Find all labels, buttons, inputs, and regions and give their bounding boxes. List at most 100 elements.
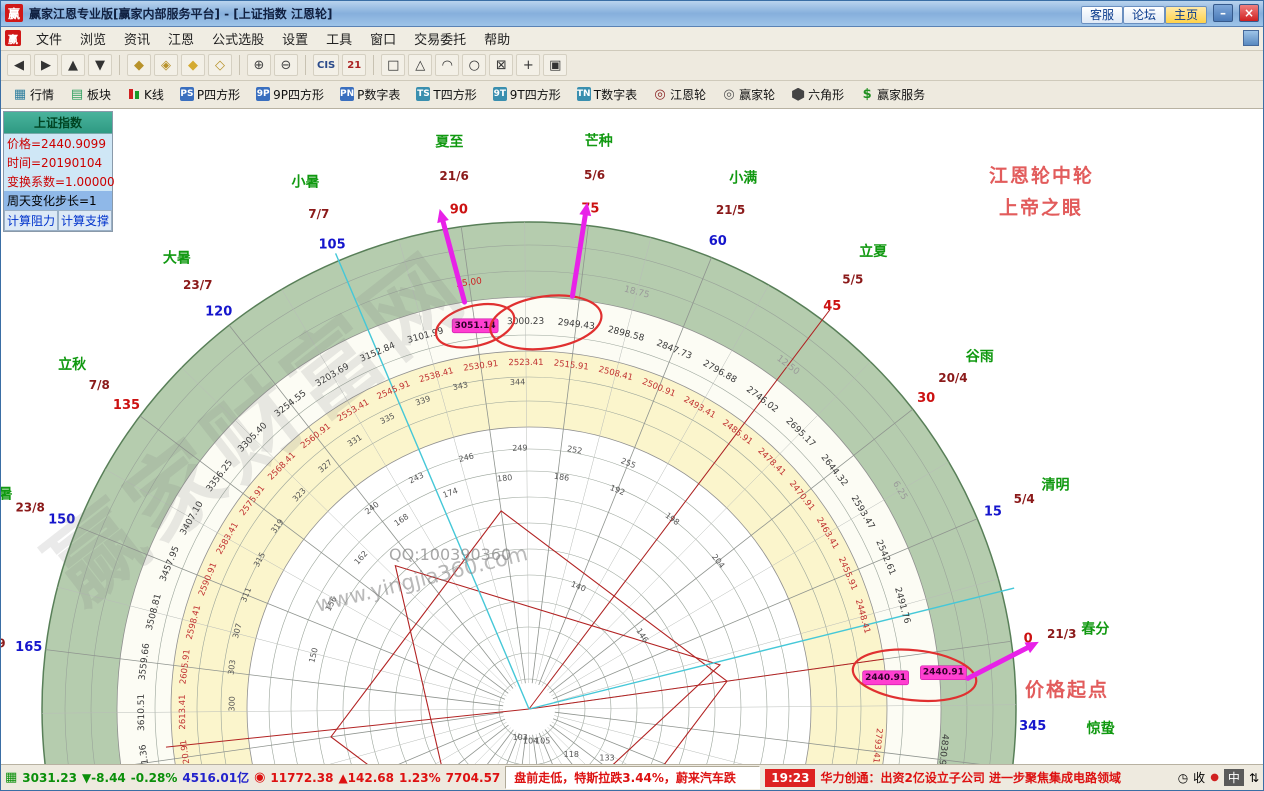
ime-indicator[interactable]: 中 (1224, 769, 1244, 786)
svg-text:芒种: 芒种 (585, 132, 613, 149)
view-button-services[interactable]: $赢家服务 (854, 83, 931, 105)
back-button[interactable]: ◀ (7, 54, 31, 76)
forward-button[interactable]: ▶ (34, 54, 58, 76)
gann-wheel-icon: ◎ (653, 87, 667, 101)
toolbar-separator (119, 55, 120, 75)
view-button-9t-square[interactable]: 9T9T四方形 (487, 83, 567, 105)
gann-tool-3-button[interactable]: ◆ (181, 54, 205, 76)
view-button-sectors[interactable]: ▤板块 (64, 83, 117, 105)
toolbar-separator (373, 55, 374, 75)
panel-row: 价格=2440.9099 (4, 134, 112, 153)
svg-text:7/8: 7/8 (89, 378, 110, 392)
view-button-p-table[interactable]: PNP数字表 (334, 83, 406, 105)
time-badge: 19:23 (765, 769, 815, 787)
sz-index-pct: 1.23% (399, 771, 441, 785)
svg-text:2440.91: 2440.91 (923, 667, 964, 677)
view-button-t-square[interactable]: TST四方形 (410, 83, 482, 105)
panel-button-计算支撑[interactable]: 计算支撑 (58, 210, 112, 231)
svg-text:小满: 小满 (729, 169, 757, 186)
sectors-icon: ▤ (70, 87, 84, 101)
menu-item[interactable]: 帮助 (475, 31, 519, 50)
svg-text:30: 30 (917, 391, 935, 406)
titlebar-link-客服[interactable]: 客服 (1081, 6, 1123, 24)
svg-text:大暑: 大暑 (163, 249, 191, 266)
menu-item[interactable]: 公式选股 (203, 31, 273, 50)
calendar-21-button[interactable]: 21 (342, 54, 366, 76)
svg-text:249: 249 (512, 443, 528, 453)
menu-item[interactable]: 资讯 (115, 31, 159, 50)
menu-extra-button[interactable] (1243, 30, 1259, 46)
svg-text:133: 133 (599, 753, 614, 762)
chart-area: 2491.762542.612593.472644.322695.172746.… (1, 109, 1263, 764)
view-button-label: T四方形 (433, 86, 476, 103)
rect-tool-button[interactable]: □ (381, 54, 405, 76)
news-ticker[interactable]: 盘前走低，特斯拉跌3.44%，蔚来汽车跌 (505, 766, 760, 789)
svg-text:立夏: 立夏 (859, 243, 888, 260)
menu-item[interactable]: 工具 (317, 31, 361, 50)
panel-row: 时间=20190104 (4, 153, 112, 172)
tray-icons: ◷ 收 ● 中 ⇅ (1178, 769, 1259, 786)
triangle-tool-button[interactable]: △ (408, 54, 432, 76)
svg-text:清明: 清明 (1042, 476, 1070, 493)
view-button-label: P数字表 (357, 86, 400, 103)
app-logo-icon: 赢 (5, 4, 23, 22)
p-table-icon: PN (340, 87, 354, 101)
svg-text:2613.41: 2613.41 (178, 694, 188, 729)
news-headline[interactable]: 华力创通：出资2亿设立子公司 进一步聚焦集成电路领域 (820, 769, 1121, 786)
panel-buttons: 计算阻力计算支撑 (4, 210, 112, 231)
view-button-p-square[interactable]: PSP四方形 (174, 83, 246, 105)
pointer-up-button[interactable]: ▲ (61, 54, 85, 76)
view-button-9p-square[interactable]: 9P9P四方形 (250, 83, 330, 105)
menu-item[interactable]: 交易委托 (405, 31, 475, 50)
clear-shape-tool-button[interactable]: ⊠ (489, 54, 513, 76)
menu-item[interactable]: 江恩 (159, 31, 203, 50)
minimize-button[interactable]: – (1213, 4, 1233, 22)
sh-index-value: 3031.23 (22, 771, 77, 785)
view-button-label: 9T四方形 (510, 86, 561, 103)
svg-text:立秋: 立秋 (58, 355, 87, 372)
svg-text:2440.91: 2440.91 (865, 673, 906, 683)
circle-tool-button[interactable]: ○ (462, 54, 486, 76)
view-button-t-table[interactable]: TNT数字表 (571, 83, 643, 105)
close-button[interactable]: × (1239, 4, 1259, 22)
window-title: 赢家江恩专业版[赢家内部服务平台] - [上证指数 江恩轮] (29, 5, 332, 22)
winner-wheel-icon: ◎ (722, 87, 736, 101)
filter-down-button[interactable]: ▼ (88, 54, 112, 76)
menu-item[interactable]: 窗口 (361, 31, 405, 50)
9p-square-icon: 9P (256, 87, 270, 101)
panel-button-计算阻力[interactable]: 计算阻力 (4, 210, 58, 231)
view-button-label: 行情 (30, 86, 54, 103)
view-button-winner-wheel[interactable]: ◎赢家轮 (716, 83, 781, 105)
info-panel: 上证指数 价格=2440.9099时间=20190104变换系数=1.00000… (3, 111, 113, 232)
svg-text:7/9: 7/9 (1, 636, 6, 650)
menu-item[interactable]: 文件 (27, 31, 71, 50)
flag-tool-button[interactable]: ▣ (543, 54, 567, 76)
view-button-gann-wheel[interactable]: ◎江恩轮 (647, 83, 712, 105)
crosshair-tool-button[interactable]: + (516, 54, 540, 76)
menu-item[interactable]: 浏览 (71, 31, 115, 50)
arc-tool-button[interactable]: ◠ (435, 54, 459, 76)
view-button-quotes[interactable]: ▦行情 (7, 83, 60, 105)
svg-text:21/3: 21/3 (1047, 627, 1076, 641)
svg-text:5/4: 5/4 (1014, 492, 1035, 506)
menu-item[interactable]: 设置 (273, 31, 317, 50)
svg-text:2523.41: 2523.41 (508, 358, 543, 368)
sz-index-change: ▲142.68 (338, 771, 394, 785)
svg-text:120: 120 (205, 304, 232, 319)
svg-text:165: 165 (15, 640, 42, 655)
view-button-kline[interactable]: K线 (121, 83, 170, 105)
titlebar-link-主页[interactable]: 主页 (1165, 6, 1207, 24)
gann-tool-1-button[interactable]: ◆ (127, 54, 151, 76)
t-table-icon: TN (577, 87, 591, 101)
zoom-in-button[interactable]: ⊕ (247, 54, 271, 76)
gann-tool-4-button[interactable]: ◇ (208, 54, 232, 76)
titlebar-link-论坛[interactable]: 论坛 (1123, 6, 1165, 24)
gann-tool-2-button[interactable]: ◈ (154, 54, 178, 76)
cis-button[interactable]: CIS (313, 54, 339, 76)
receive-label: 收 (1193, 769, 1205, 786)
svg-text:15: 15 (984, 504, 1002, 519)
zoom-out-button[interactable]: ⊖ (274, 54, 298, 76)
svg-text:惊蛰: 惊蛰 (1086, 720, 1115, 737)
9t-square-icon: 9T (493, 87, 507, 101)
view-button-hexagon[interactable]: 六角形 (785, 83, 850, 105)
